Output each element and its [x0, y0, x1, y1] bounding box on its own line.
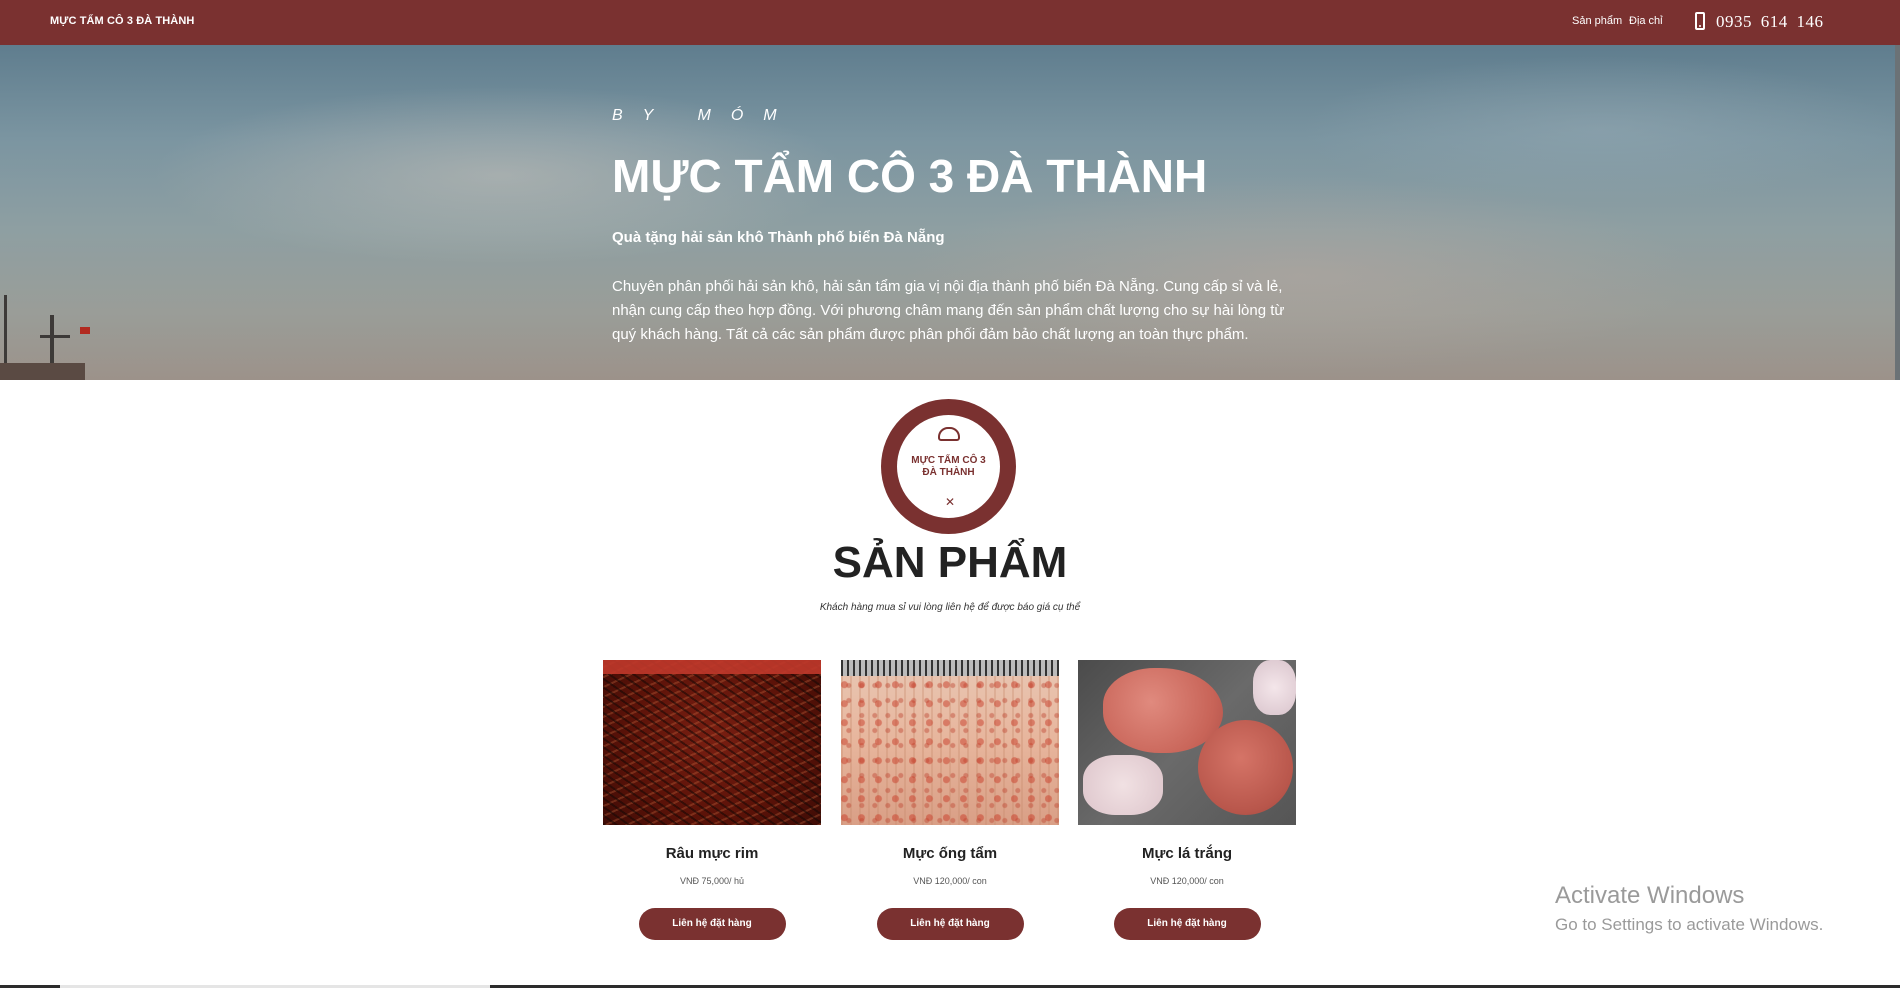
ship-yard	[40, 335, 70, 338]
brand-link[interactable]: MỰC TẨM CÔ 3 ĐÀ THÀNH	[50, 15, 194, 27]
product-price: VNĐ 75,000/ hủ	[679, 876, 745, 886]
product-image-detail	[1198, 720, 1293, 815]
chef-hat-icon	[938, 427, 960, 441]
hero-banner: BY MÓM MỰC TẨM CÔ 3 ĐÀ THÀNH Quà tặng hả…	[0, 45, 1900, 380]
hero-cloud	[1300, 55, 1900, 205]
product-image-detail	[1083, 755, 1163, 815]
order-button[interactable]: Liên hệ đặt hàng	[1113, 908, 1261, 940]
product-name: Mực lá trắng	[1141, 845, 1233, 862]
logo-text: MỰC TẨM CÔ 3 ĐÀ THÀNH	[911, 454, 986, 478]
product-image	[603, 660, 821, 825]
hero-description: Chuyên phân phối hải sản khô, hải sản tẩ…	[612, 278, 1285, 343]
order-button[interactable]: Liên hệ đặt hàng	[638, 908, 786, 940]
products-section-title: SẢN PHẨM	[832, 538, 1068, 587]
windows-activation-title: Activate Windows	[1555, 882, 1745, 909]
product-image-detail	[1253, 660, 1296, 715]
products-section-note: Khách hàng mua sỉ vui lòng liên hệ để đư…	[819, 602, 1081, 613]
product-image-detail	[841, 660, 1059, 676]
nav-link-products[interactable]: Sản phẩm	[1572, 15, 1622, 27]
cutlery-icon: ✕	[945, 495, 956, 509]
phone-icon	[1695, 12, 1705, 30]
hero-edge	[1895, 45, 1900, 380]
top-navbar: MỰC TẨM CÔ 3 ĐÀ THÀNH Sản phẩm Địa chỉ 0…	[0, 0, 1900, 45]
order-button[interactable]: Liên hệ đặt hàng	[876, 908, 1024, 940]
windows-activation-subtitle: Go to Settings to activate Windows.	[1555, 915, 1824, 934]
flag-icon	[80, 327, 90, 334]
product-card: Mực ống tẩm VNĐ 120,000/ con Liên hệ đặt…	[841, 660, 1059, 940]
product-name: Mực ống tẩm	[902, 845, 998, 862]
product-image	[1078, 660, 1296, 825]
phone-number[interactable]: 0935 614 146	[1716, 12, 1824, 32]
product-price: VNĐ 120,000/ con	[913, 876, 987, 886]
hero-tagline: BY MÓM	[612, 107, 797, 124]
hero-subtitle: Quà tặng hải sản khô Thành phố biển Đà N…	[612, 229, 945, 246]
product-name: Râu mực rim	[665, 845, 759, 862]
product-card: Mực lá trắng VNĐ 120,000/ con Liên hệ đặ…	[1078, 660, 1296, 940]
nav-link-address[interactable]: Địa chỉ	[1629, 15, 1663, 27]
product-price: VNĐ 120,000/ con	[1150, 876, 1224, 886]
ship-hull	[0, 363, 85, 380]
logo-inner: MỰC TẨM CÔ 3 ĐÀ THÀNH ✕	[897, 415, 1000, 518]
product-image-detail	[603, 660, 821, 674]
hero-title: MỰC TẨM CÔ 3 ĐÀ THÀNH	[612, 150, 1208, 202]
product-image	[841, 660, 1059, 825]
product-card: Râu mực rim VNĐ 75,000/ hủ Liên hệ đặt h…	[603, 660, 821, 940]
brand-logo: MỰC TẨM CÔ 3 ĐÀ THÀNH ✕	[881, 399, 1016, 534]
